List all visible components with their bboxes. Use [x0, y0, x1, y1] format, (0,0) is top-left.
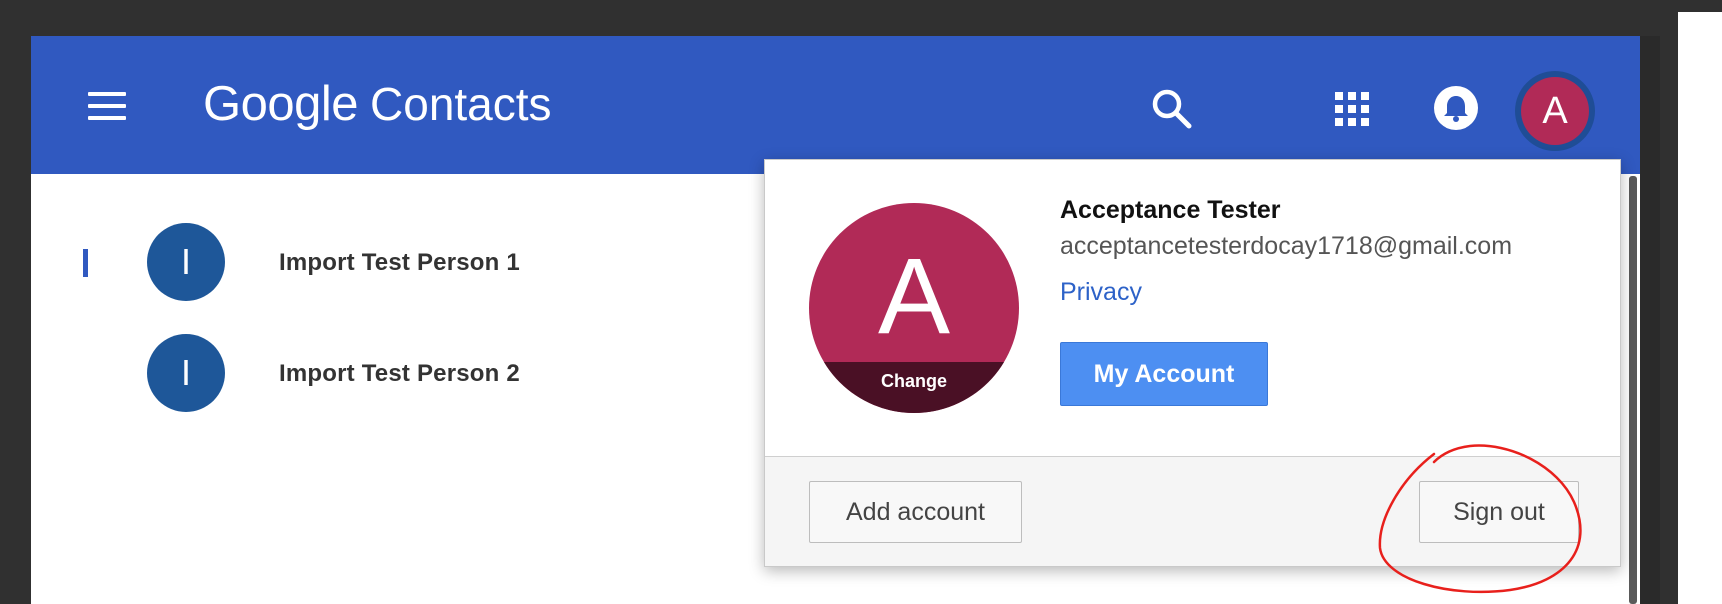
contact-name: Import Test Person 2: [279, 360, 520, 387]
account-actions-section: Add account Sign out: [765, 456, 1620, 566]
scrollbar[interactable]: [1629, 176, 1637, 604]
google-contacts-logo[interactable]: Google Contacts: [203, 76, 552, 136]
menu-bar: [88, 116, 126, 120]
contact-list-item[interactable]: I Import Test Person 1: [31, 217, 771, 307]
account-avatar-button[interactable]: A: [1515, 71, 1595, 151]
privacy-link[interactable]: Privacy: [1060, 278, 1142, 307]
right-panel: [1678, 12, 1722, 604]
account-email: acceptancetesterdocay1718@gmail.com: [1060, 232, 1513, 260]
profile-photo[interactable]: A Change: [809, 203, 1019, 413]
contact-avatar: I: [147, 223, 225, 301]
main-menu-button[interactable]: [88, 92, 130, 124]
search-icon[interactable]: [1149, 86, 1195, 132]
right-gutter: [1640, 36, 1660, 604]
account-menu-popover: A Change Acceptance Tester acceptancetes…: [764, 159, 1621, 567]
selected-indicator: [83, 249, 88, 277]
contact-name: Import Test Person 1: [279, 249, 520, 276]
logo-google-text: Google: [203, 77, 359, 131]
app-header: Google Contacts A: [31, 36, 1640, 174]
logo-product-text: Contacts: [370, 78, 552, 130]
my-account-button[interactable]: My Account: [1060, 342, 1268, 406]
apps-grid-icon[interactable]: [1333, 90, 1371, 128]
add-account-button[interactable]: Add account: [809, 481, 1022, 543]
account-name: Acceptance Tester: [1060, 196, 1281, 224]
menu-bar: [88, 104, 126, 108]
contact-list-item[interactable]: I Import Test Person 2: [31, 328, 771, 418]
sign-out-button[interactable]: Sign out: [1419, 481, 1579, 543]
notifications-bell-icon[interactable]: [1432, 84, 1480, 132]
profile-photo-letter: A: [877, 235, 951, 356]
account-avatar-letter: A: [1521, 77, 1589, 145]
account-info-section: A Change Acceptance Tester acceptancetes…: [765, 160, 1620, 456]
contact-avatar: I: [147, 334, 225, 412]
change-photo-button[interactable]: Change: [809, 362, 1019, 413]
menu-bar: [88, 92, 126, 96]
